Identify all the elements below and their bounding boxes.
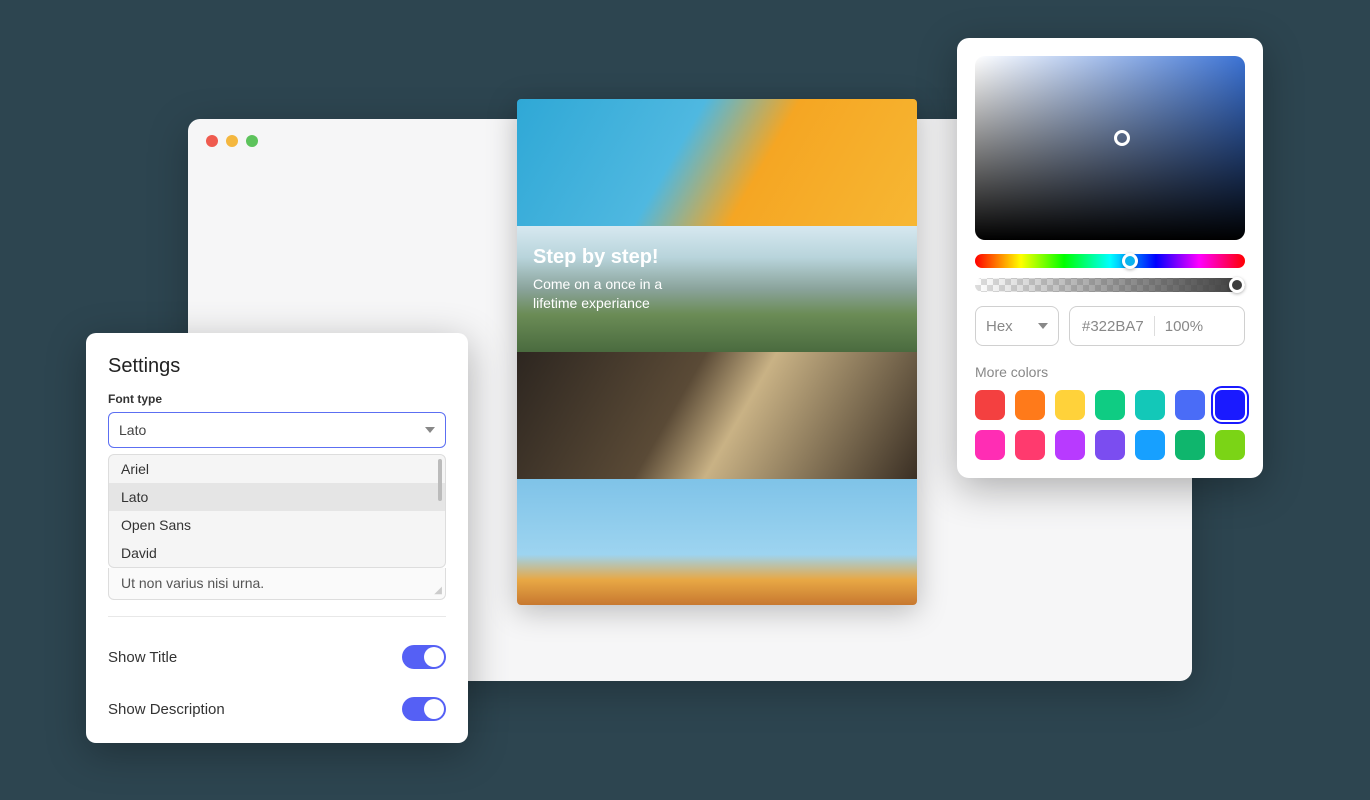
swatch-11[interactable] — [1135, 430, 1165, 460]
show-title-toggle[interactable] — [402, 645, 446, 669]
more-colors-label: More colors — [975, 364, 1245, 380]
divider — [108, 616, 446, 617]
preview-subtitle-line2: lifetime experiance — [533, 294, 662, 314]
dropdown-scrollbar[interactable] — [438, 459, 442, 501]
preview-subtitle-line1: Come on a once in a — [533, 275, 662, 295]
description-textarea[interactable]: Ut non varius nisi urna. — [108, 568, 446, 600]
window-minimize-icon[interactable] — [226, 135, 238, 147]
preview-tile-toast — [517, 352, 917, 479]
swatch-0[interactable] — [975, 390, 1005, 420]
settings-heading: Settings — [108, 355, 446, 378]
preview-title: Step by step! — [533, 246, 662, 269]
font-option-ariel[interactable]: Ariel — [109, 455, 445, 483]
color-value-row: Hex #322BA7 100% — [975, 306, 1245, 346]
swatch-5[interactable] — [1175, 390, 1205, 420]
show-title-label: Show Title — [108, 649, 177, 666]
swatch-6[interactable] — [1215, 390, 1245, 420]
window-close-icon[interactable] — [206, 135, 218, 147]
show-description-row: Show Description — [108, 697, 446, 721]
preview-tile-hiking: Step by step! Come on a once in a lifeti… — [517, 226, 917, 353]
settings-panel: Settings Font type Lato Ariel Lato Open … — [86, 333, 468, 743]
font-type-dropdown: Ariel Lato Open Sans David — [108, 454, 446, 568]
chevron-down-icon — [1038, 323, 1048, 329]
chevron-down-icon — [425, 427, 435, 433]
show-description-toggle[interactable] — [402, 697, 446, 721]
font-option-opensans[interactable]: Open Sans — [109, 511, 445, 539]
alpha-value-text: 100% — [1165, 318, 1203, 335]
window-maximize-icon[interactable] — [246, 135, 258, 147]
swatch-13[interactable] — [1215, 430, 1245, 460]
swatch-7[interactable] — [975, 430, 1005, 460]
hex-value-text: #322BA7 — [1082, 318, 1144, 335]
font-option-david[interactable]: David — [109, 539, 445, 567]
preview-tile-carousel — [517, 479, 917, 606]
preview-tile-overlay: Step by step! Come on a once in a lifeti… — [533, 246, 662, 314]
color-swatch-grid — [975, 390, 1245, 460]
hex-divider — [1154, 316, 1155, 336]
show-description-label: Show Description — [108, 701, 225, 718]
color-format-select[interactable]: Hex — [975, 306, 1059, 346]
preview-image-list: Step by step! Come on a once in a lifeti… — [517, 99, 917, 605]
color-saturation-area[interactable] — [975, 56, 1245, 240]
color-format-value: Hex — [986, 318, 1013, 335]
swatch-1[interactable] — [1015, 390, 1045, 420]
swatch-3[interactable] — [1095, 390, 1125, 420]
preview-tile-flowers — [517, 99, 917, 226]
swatch-4[interactable] — [1135, 390, 1165, 420]
color-picker-panel: Hex #322BA7 100% More colors — [957, 38, 1263, 478]
hue-slider-thumb[interactable] — [1122, 253, 1138, 269]
swatch-12[interactable] — [1175, 430, 1205, 460]
swatch-10[interactable] — [1095, 430, 1125, 460]
font-type-label: Font type — [108, 392, 446, 406]
color-area-cursor[interactable] — [1114, 130, 1130, 146]
font-type-select[interactable]: Lato — [108, 412, 446, 448]
font-type-selected-value: Lato — [119, 422, 146, 438]
swatch-2[interactable] — [1055, 390, 1085, 420]
swatch-9[interactable] — [1055, 430, 1085, 460]
show-title-row: Show Title — [108, 645, 446, 669]
font-option-lato[interactable]: Lato — [109, 483, 445, 511]
swatch-8[interactable] — [1015, 430, 1045, 460]
color-hex-input[interactable]: #322BA7 100% — [1069, 306, 1245, 346]
alpha-slider[interactable] — [975, 278, 1245, 292]
alpha-slider-thumb[interactable] — [1229, 277, 1245, 293]
hue-slider[interactable] — [975, 254, 1245, 268]
